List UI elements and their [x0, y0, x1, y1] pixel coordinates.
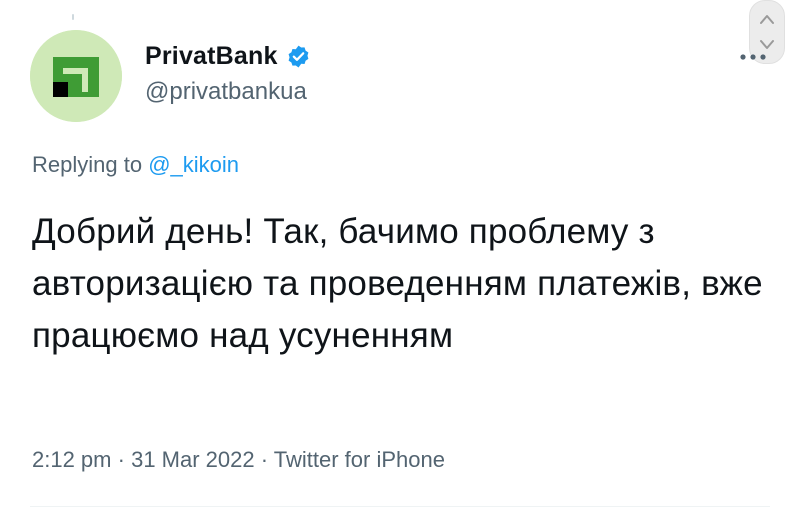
tweet-meta: 2:12 pm · 31 Mar 2022 · Twitter for iPho… [32, 447, 445, 473]
privatbank-logo-icon [30, 30, 122, 122]
replying-prefix: Replying to [32, 152, 143, 177]
meta-separator: · [260, 447, 269, 472]
top-divider-mark [72, 14, 74, 20]
verified-badge-icon [286, 44, 311, 69]
display-name-row: PrivatBank [145, 40, 311, 72]
more-options-icon[interactable] [738, 50, 768, 62]
meta-separator: · [117, 447, 125, 472]
divider [30, 506, 770, 507]
replying-to: Replying to @_kikoin [32, 152, 239, 178]
author-block: PrivatBank @privatbankua [145, 40, 311, 106]
tweet-text: Добрий день! Так, бачимо проблему з авто… [32, 212, 763, 355]
tweet-detail: PrivatBank @privatbankua Replying to @_k… [0, 0, 800, 512]
display-name[interactable]: PrivatBank [145, 42, 278, 71]
tweet-source[interactable]: Twitter for iPhone [274, 447, 445, 472]
mention-link[interactable]: @_kikoin [148, 152, 239, 177]
user-handle[interactable]: @privatbankua [145, 78, 311, 106]
avatar[interactable] [30, 30, 122, 122]
tweet-date[interactable]: 31 Mar 2022 [131, 447, 255, 472]
tweet-time[interactable]: 2:12 pm [32, 447, 112, 472]
